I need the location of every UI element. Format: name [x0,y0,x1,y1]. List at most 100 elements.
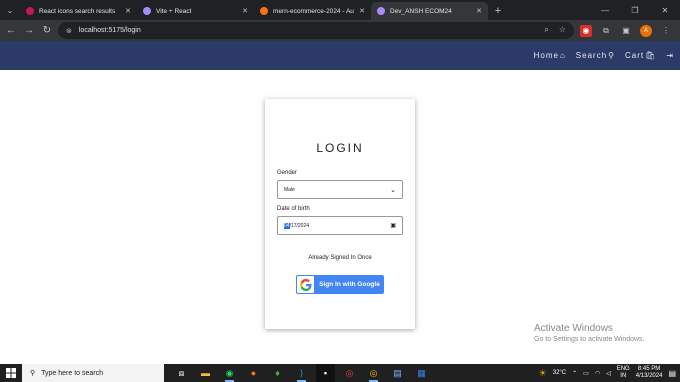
dob-rest-segment: /17/2024 [289,222,310,229]
tab-close-icon[interactable]: ✕ [242,7,248,15]
volume-icon[interactable]: ◁ [606,370,611,377]
gender-label: Gender [277,170,298,176]
tab-close-icon[interactable]: ✕ [359,7,365,15]
activate-windows-watermark: Activate Windows Go to Settings to activ… [534,323,645,343]
minimize-icon[interactable]: — [590,0,620,20]
search-icon: ⚲ [608,51,616,60]
windows-taskbar: ⚲ Type here to search ⧈ ▬ ◉ ● ♦ ⟩ ▪ ◎ ◎ … [0,364,680,382]
chrome-profile-icon[interactable]: ◎ [364,364,383,382]
profile-avatar-icon[interactable]: A [640,24,652,37]
back-arrow-icon[interactable]: ← [2,22,20,40]
cart-icon: 🛍 [645,51,657,60]
window-controls: — ❐ ✕ [590,0,680,20]
tab-favicon [143,7,151,15]
gender-select[interactable]: Male ⌄ [277,180,403,199]
tab-react-icons[interactable]: React icons search results ✕ [20,2,137,20]
taskbar-search-placeholder: Type here to search [41,369,104,377]
nav-login-link[interactable]: ⇥ [666,51,674,60]
clock-date: 4/13/2024 [635,373,663,379]
page-body: LOGIN Gender Male ⌄ Date of birth 04/17/… [0,70,680,364]
nav-home-label: Home [533,51,559,60]
file-explorer-icon[interactable]: ▬ [196,364,215,382]
tab-github-repo[interactable]: mern-ecommerce-2024 - Autho ✕ [254,2,371,20]
watermark-title: Activate Windows [534,323,613,334]
windows-start-icon[interactable] [0,364,22,382]
dob-value: 04/17/2024 [284,222,310,229]
google-signin-label: Sign In with Google [319,281,380,288]
calendar-icon[interactable]: ▣ [390,222,396,229]
sidebar-icon[interactable]: ▣ [620,25,632,37]
network-icon[interactable]: ▭ [583,370,589,377]
restore-icon[interactable]: ❐ [620,0,650,20]
tab-title: mern-ecommerce-2024 - Autho [273,7,355,15]
task-view-icon[interactable]: ⧈ [172,364,191,382]
notifications-icon[interactable]: ▤ [668,369,676,378]
already-signed-text: Already Signed In Once [308,255,372,261]
lang-line2: IN [620,373,627,379]
browser-chrome: ⌄ React icons search results ✕ Vite + Re… [0,0,680,41]
temperature-text: 32°C [552,370,567,376]
url-text: localhost:5175/login [78,27,141,34]
dob-date-input[interactable]: 04/17/2024 ▣ [277,216,403,235]
zoom-icon[interactable]: ⌕ [544,25,548,35]
address-bar[interactable]: ⊜ localhost:5175/login ⌕ ☆ [58,22,574,39]
tab-title: Dev_ANSH ECOM24 [390,7,452,15]
forward-arrow-icon[interactable]: → [20,22,38,40]
lang-line1: ENG [616,366,630,372]
tab-close-icon[interactable]: ✕ [125,7,131,15]
close-window-icon[interactable]: ✕ [650,0,680,20]
extension-red-icon[interactable]: ◉ [580,24,592,37]
tab-dev-ansh-ecom[interactable]: Dev_ANSH ECOM24 ✕ [371,2,488,20]
taskbar-search-box[interactable]: ⚲ Type here to search [22,364,164,382]
bookmark-star-icon[interactable]: ☆ [559,25,566,35]
notepad-icon[interactable]: ▤ [388,364,407,382]
nav-cart-label: Cart [625,51,645,60]
tab-search-button[interactable]: ⌄ [0,0,20,20]
nav-search-link[interactable]: Search ⚲ [576,51,615,60]
new-tab-button[interactable]: + [488,2,508,20]
wifi-icon[interactable]: ◠ [595,370,600,377]
tab-favicon [26,7,34,15]
whatsapp-icon[interactable]: ◉ [220,364,239,382]
weather-icon[interactable]: ☀ [539,368,547,379]
vscode-icon[interactable]: ⟩ [292,364,311,382]
watermark-subtitle: Go to Settings to activate Windows. [534,336,645,343]
postman-icon[interactable]: ● [244,364,263,382]
clock[interactable]: 8:45 PM 4/13/2024 [636,366,663,380]
clock-time: 8:45 PM [637,366,661,372]
browser-toolbar: ← → ↻ ⊜ localhost:5175/login ⌕ ☆ ◉ ⧉ ▣ A… [0,20,680,41]
nav-home-link[interactable]: Home ⌂ [534,51,566,60]
tab-vite-react[interactable]: Vite + React ✕ [137,2,254,20]
sign-in-icon: ⇥ [666,51,674,60]
tab-strip: ⌄ React icons search results ✕ Vite + Re… [0,0,680,20]
search-icon: ⚲ [30,370,36,377]
terminal-icon[interactable]: ▪ [316,364,335,382]
site-info-icon[interactable]: ⊜ [66,27,72,35]
reload-icon[interactable]: ↻ [38,22,56,40]
tab-favicon [377,7,385,15]
extensions-area: ◉ ⧉ ▣ A ⋮ [580,20,680,41]
nav-search-label: Search [575,51,608,60]
language-indicator[interactable]: ENG IN [617,366,630,380]
nav-cart-link[interactable]: Cart 🛍 [625,51,656,60]
taskbar-apps: ⧈ ▬ ◉ ● ♦ ⟩ ▪ ◎ ◎ ▤ ▦ [172,364,431,382]
app-blue-icon[interactable]: ▦ [412,364,431,382]
home-icon: ⌂ [559,51,566,60]
tab-close-icon[interactable]: ✕ [476,7,482,15]
mongodb-icon[interactable]: ♦ [268,364,287,382]
chevron-down-icon: ⌄ [390,186,396,194]
chrome-icon[interactable]: ◎ [340,364,359,382]
browser-menu-icon[interactable]: ⋮ [660,25,672,37]
tab-favicon [260,7,268,15]
extensions-puzzle-icon[interactable]: ⧉ [600,25,612,37]
tab-title: React icons search results [39,7,116,15]
login-card: LOGIN Gender Male ⌄ Date of birth 04/17/… [265,99,415,329]
google-signin-button[interactable]: Sign In with Google [296,275,384,294]
login-title: LOGIN [316,141,364,155]
system-tray: ☀ 32°C ⌃ ▭ ◠ ◁ ENG IN 8:45 PM 4/13/2024 … [539,364,680,382]
tab-title: Vite + React [156,7,192,15]
show-hidden-icons-chevron-icon[interactable]: ⌃ [572,370,577,377]
app-navbar: Home ⌂ Search ⚲ Cart 🛍 ⇥ [0,41,680,70]
google-logo-icon [297,276,314,293]
gender-value: Male [284,186,295,193]
